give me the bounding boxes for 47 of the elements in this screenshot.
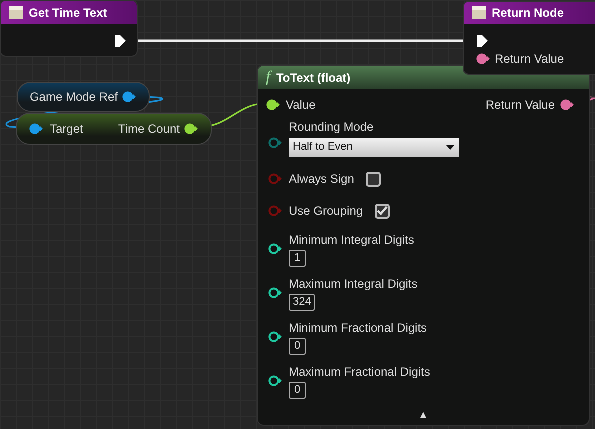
number-field[interactable]: 0 <box>289 338 306 355</box>
event-node[interactable]: Get Time Text <box>0 0 138 57</box>
number-field[interactable]: 0 <box>289 382 306 399</box>
node-title: ToText (float) <box>276 70 351 86</box>
param-label: Always Sign <box>289 171 354 188</box>
node-title: Return Node <box>492 5 564 22</box>
variable-label: Game Mode Ref <box>30 89 118 106</box>
number-field[interactable]: 324 <box>289 294 316 311</box>
float-pin[interactable] <box>266 99 281 111</box>
integer-pin[interactable] <box>268 243 283 255</box>
node-icon <box>472 6 487 20</box>
float-pin[interactable] <box>184 123 199 135</box>
object-pin[interactable] <box>122 91 137 103</box>
return-node[interactable]: Return Node Return Value <box>463 1 595 75</box>
object-pin[interactable] <box>29 123 44 135</box>
pin-label: Return Value <box>495 51 564 68</box>
rounding-mode-dropdown[interactable]: Half to Even <box>289 138 459 157</box>
integer-pin[interactable] <box>268 287 283 299</box>
node-title: Get Time Text <box>29 4 108 22</box>
enum-pin[interactable] <box>268 137 283 149</box>
number-field[interactable]: 1 <box>289 250 306 267</box>
integer-pin[interactable] <box>268 331 283 343</box>
getter-node[interactable]: Target Time Count <box>16 113 212 145</box>
checkbox[interactable] <box>375 204 390 218</box>
param-label: Use Grouping <box>289 203 364 220</box>
exec-pin[interactable] <box>114 34 127 48</box>
collapse-arrow[interactable]: ▲ <box>418 408 428 423</box>
caret-icon <box>446 145 455 150</box>
integer-pin[interactable] <box>268 375 283 387</box>
text-pin[interactable] <box>476 53 491 65</box>
pin-label: Time Count <box>118 121 180 138</box>
function-icon: f <box>266 70 270 86</box>
checkbox[interactable] <box>366 172 382 186</box>
param-label: Minimum Fractional Digits <box>289 320 428 337</box>
node-icon <box>9 6 24 20</box>
text-pin[interactable] <box>560 99 575 111</box>
exec-pin[interactable] <box>476 34 489 48</box>
param-label: Rounding Mode <box>289 119 375 136</box>
param-label: Maximum Integral Digits <box>289 276 418 293</box>
variable-node[interactable]: Game Mode Ref <box>17 82 150 112</box>
param-label: Minimum Integral Digits <box>289 232 414 249</box>
function-node[interactable]: f ToText (float) Value Return Value Rounding Mode Half to Even Always Sign Use Grouping Minimum Integral Digits 1 Maximum Integral Digits 324 Minimum Fractional Digits 0 Maximum Fractional Digits 0 ▲ <box>257 65 590 426</box>
param-label: Maximum Fractional Digits <box>289 364 430 381</box>
pin-label: Return Value <box>486 97 555 114</box>
pin-label: Value <box>286 97 316 114</box>
check-icon <box>377 206 388 216</box>
pin-label: Target <box>50 121 84 138</box>
